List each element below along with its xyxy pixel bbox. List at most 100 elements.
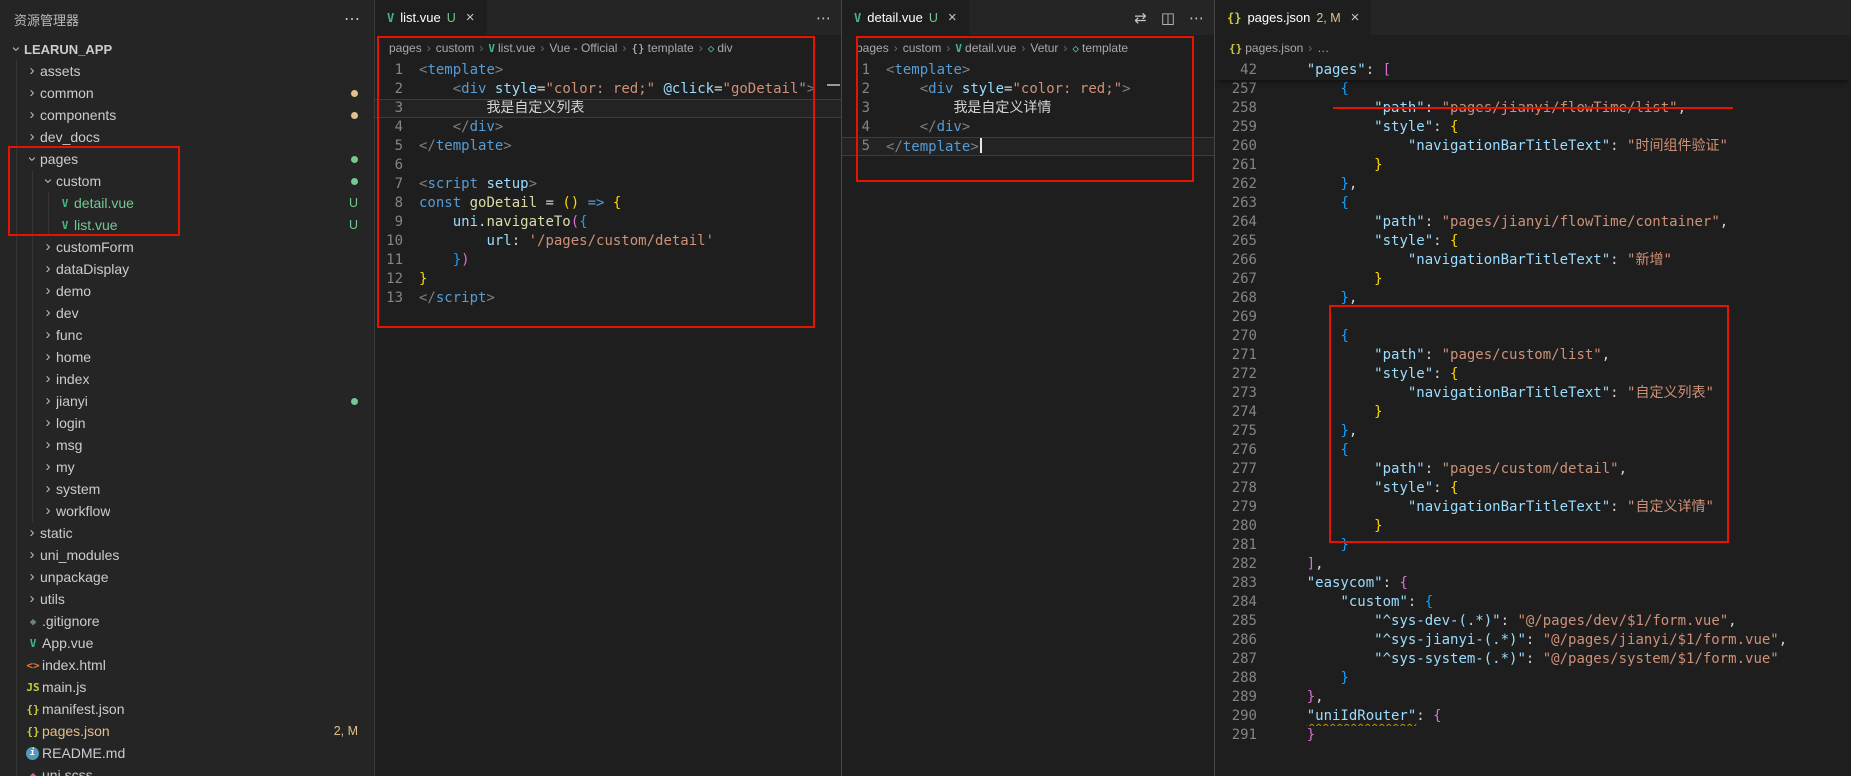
code-line-268[interactable]: 268 }, xyxy=(1215,289,1851,308)
code-line-2[interactable]: 2 <div style="color: red;"> xyxy=(842,80,1214,99)
breadcrumb-item[interactable]: ◇div xyxy=(708,41,733,55)
more-actions-icon[interactable]: ⋯ xyxy=(344,9,360,29)
code-line-283[interactable]: 283 "easycom": { xyxy=(1215,574,1851,593)
close-icon[interactable]: × xyxy=(1351,9,1360,26)
code-line-272[interactable]: 272 "style": { xyxy=(1215,365,1851,384)
tree-item-components[interactable]: ›components xyxy=(0,104,374,126)
close-icon[interactable]: × xyxy=(948,9,957,26)
code-line-279[interactable]: 279 "navigationBarTitleText": "自定义详情" xyxy=(1215,498,1851,517)
code-line-12[interactable]: 12} xyxy=(375,270,841,289)
close-icon[interactable]: × xyxy=(466,9,475,26)
tab-detail-vue[interactable]: V detail.vue U × xyxy=(842,0,970,35)
code-line-259[interactable]: 259 "style": { xyxy=(1215,118,1851,137)
code-line-280[interactable]: 280 } xyxy=(1215,517,1851,536)
code-line-264[interactable]: 264 "path": "pages/jianyi/flowTime/conta… xyxy=(1215,213,1851,232)
tree-item-list.vue[interactable]: Vlist.vueU xyxy=(0,214,374,236)
tree-item-jianyi[interactable]: ›jianyi xyxy=(0,390,374,412)
tree-item-uni_modules[interactable]: ›uni_modules xyxy=(0,544,374,566)
tree-item-detail.vue[interactable]: Vdetail.vueU xyxy=(0,192,374,214)
tree-item-utils[interactable]: ›utils xyxy=(0,588,374,610)
code-line-274[interactable]: 274 } xyxy=(1215,403,1851,422)
tree-item-assets[interactable]: ›assets xyxy=(0,60,374,82)
code-line-281[interactable]: 281 } xyxy=(1215,536,1851,555)
code-line-261[interactable]: 261 } xyxy=(1215,156,1851,175)
breadcrumb-item[interactable]: {}pages.json xyxy=(1229,41,1303,55)
code-line-276[interactable]: 276 { xyxy=(1215,441,1851,460)
code-line-4[interactable]: 4 </div> xyxy=(842,118,1214,137)
open-changes-icon[interactable]: ⇄ xyxy=(1134,9,1147,27)
more-actions-icon[interactable]: ⋯ xyxy=(816,9,831,27)
breadcrumb-item[interactable]: {}template xyxy=(631,41,693,55)
code-line-269[interactable]: 269 xyxy=(1215,308,1851,327)
tree-item-main.js[interactable]: JSmain.js xyxy=(0,676,374,698)
code-line-289[interactable]: 289 }, xyxy=(1215,688,1851,707)
code-line-270[interactable]: 270 { xyxy=(1215,327,1851,346)
sticky-scroll-line[interactable]: 42 "pages": [ xyxy=(1215,61,1851,80)
code-line-11[interactable]: 11 }) xyxy=(375,251,841,270)
code-line-287[interactable]: 287 "^sys-system-(.*)": "@/pages/system/… xyxy=(1215,650,1851,669)
code-line-10[interactable]: 10 url: '/pages/custom/detail' xyxy=(375,232,841,251)
code-line-1[interactable]: 1<template> xyxy=(375,61,841,80)
tree-item-demo[interactable]: ›demo xyxy=(0,280,374,302)
tree-item-home[interactable]: ›home xyxy=(0,346,374,368)
code-line-286[interactable]: 286 "^sys-jianyi-(.*)": "@/pages/jianyi/… xyxy=(1215,631,1851,650)
code-line-260[interactable]: 260 "navigationBarTitleText": "时间组件验证" xyxy=(1215,137,1851,156)
code-line-271[interactable]: 271 "path": "pages/custom/list", xyxy=(1215,346,1851,365)
breadcrumb-item[interactable]: pages xyxy=(856,41,889,55)
code-line-1[interactable]: 1<template> xyxy=(842,61,1214,80)
code-line-288[interactable]: 288 } xyxy=(1215,669,1851,688)
code-line-42[interactable]: 42 "pages": [ xyxy=(1215,61,1851,80)
tree-item-customForm[interactable]: ›customForm xyxy=(0,236,374,258)
tree-item-static[interactable]: ›static xyxy=(0,522,374,544)
code-line-5[interactable]: 5</template> xyxy=(842,137,1214,156)
tree-item-unpackage[interactable]: ›unpackage xyxy=(0,566,374,588)
tree-item-func[interactable]: ›func xyxy=(0,324,374,346)
code-line-282[interactable]: 282 ], xyxy=(1215,555,1851,574)
tree-item-pages[interactable]: ›pages xyxy=(0,148,374,170)
breadcrumb-item[interactable]: Vetur xyxy=(1030,41,1058,55)
tree-item-system[interactable]: ›system xyxy=(0,478,374,500)
code-line-284[interactable]: 284 "custom": { xyxy=(1215,593,1851,612)
tab-pages-json[interactable]: {} pages.json 2, M × xyxy=(1215,0,1372,35)
code-line-285[interactable]: 285 "^sys-dev-(.*)": "@/pages/dev/$1/for… xyxy=(1215,612,1851,631)
tree-item-dev_docs[interactable]: ›dev_docs xyxy=(0,126,374,148)
code-line-8[interactable]: 8const goDetail = () => { xyxy=(375,194,841,213)
code-line-258[interactable]: 258 "path": "pages/jianyi/flowTime/list"… xyxy=(1215,99,1851,118)
code-line-275[interactable]: 275 }, xyxy=(1215,422,1851,441)
more-actions-icon[interactable]: ⋯ xyxy=(1189,9,1204,27)
tree-item-pages.json[interactable]: {}pages.json2, M xyxy=(0,720,374,742)
tree-item-msg[interactable]: ›msg xyxy=(0,434,374,456)
code-line-273[interactable]: 273 "navigationBarTitleText": "自定义列表" xyxy=(1215,384,1851,403)
breadcrumb-item[interactable]: Vue - Official xyxy=(549,41,617,55)
breadcrumb-item[interactable]: Vdetail.vue xyxy=(955,41,1016,55)
breadcrumb-item[interactable]: custom xyxy=(436,41,475,55)
breadcrumb-item[interactable]: Vlist.vue xyxy=(488,41,535,55)
tree-item-App.vue[interactable]: VApp.vue xyxy=(0,632,374,654)
tree-item-LEARUN_APP[interactable]: ›LEARUN_APP xyxy=(0,38,374,60)
tree-item-index[interactable]: ›index xyxy=(0,368,374,390)
code-line-262[interactable]: 262 }, xyxy=(1215,175,1851,194)
breadcrumb-item[interactable]: … xyxy=(1317,41,1329,55)
tree-item-custom[interactable]: ›custom xyxy=(0,170,374,192)
tree-item-my[interactable]: ›my xyxy=(0,456,374,478)
code-line-290[interactable]: 290 "uniIdRouter": { xyxy=(1215,707,1851,726)
code-line-263[interactable]: 263 { xyxy=(1215,194,1851,213)
code-line-267[interactable]: 267 } xyxy=(1215,270,1851,289)
tree-item-index.html[interactable]: <>index.html xyxy=(0,654,374,676)
tree-item-common[interactable]: ›common xyxy=(0,82,374,104)
code-line-7[interactable]: 7<script setup> xyxy=(375,175,841,194)
tree-item-dataDisplay[interactable]: ›dataDisplay xyxy=(0,258,374,280)
code-line-6[interactable]: 6 xyxy=(375,156,841,175)
tree-item-uni.scss[interactable]: ◆uni.scss xyxy=(0,764,374,776)
tree-item-login[interactable]: ›login xyxy=(0,412,374,434)
code-line-4[interactable]: 4 </div> xyxy=(375,118,841,137)
code-line-257[interactable]: 257 { xyxy=(1215,80,1851,99)
code-line-265[interactable]: 265 "style": { xyxy=(1215,232,1851,251)
split-editor-icon[interactable]: ◫ xyxy=(1161,9,1175,27)
code-line-291[interactable]: 291 } xyxy=(1215,726,1851,745)
code-line-2[interactable]: 2 <div style="color: red;" @click="goDet… xyxy=(375,80,841,99)
code-line-278[interactable]: 278 "style": { xyxy=(1215,479,1851,498)
code-line-9[interactable]: 9 uni.navigateTo({ xyxy=(375,213,841,232)
tree-item-.gitignore[interactable]: ◆.gitignore xyxy=(0,610,374,632)
tree-item-dev[interactable]: ›dev xyxy=(0,302,374,324)
